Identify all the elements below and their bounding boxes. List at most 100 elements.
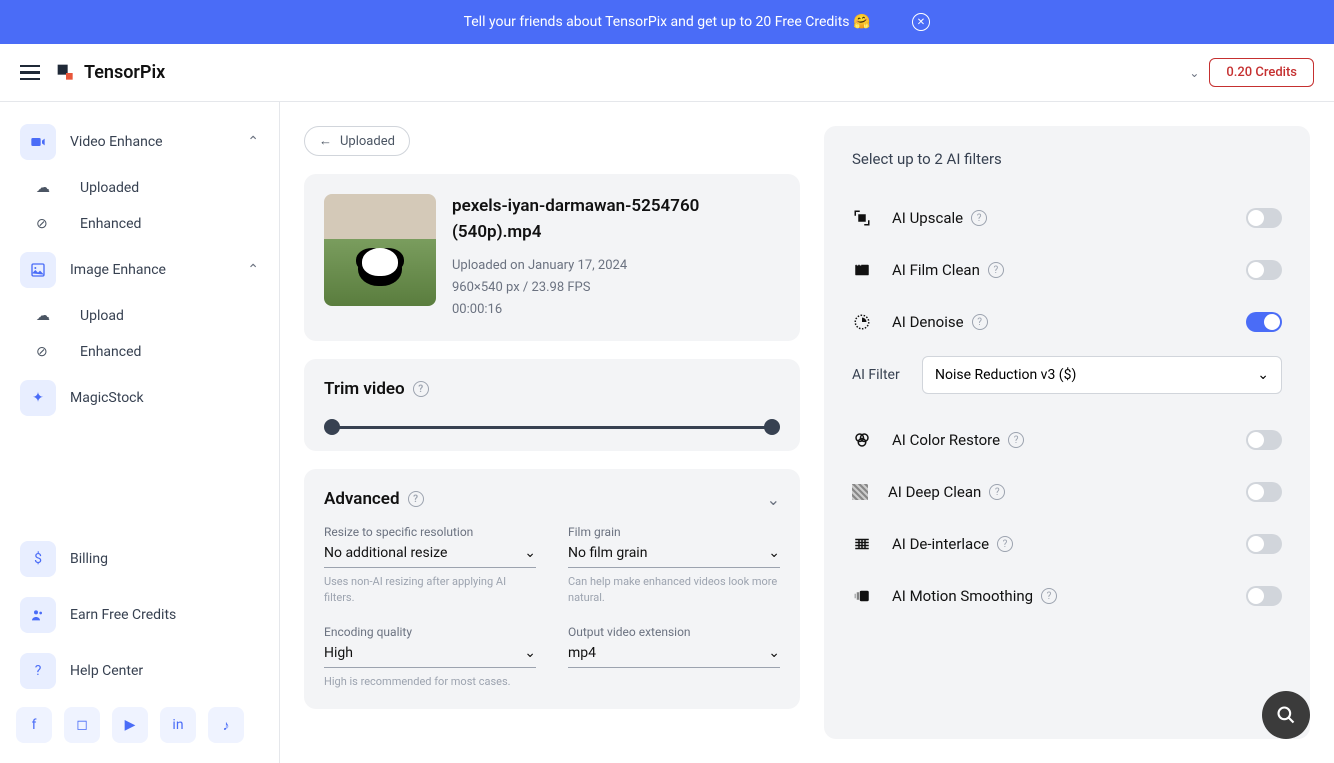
resize-select[interactable]: No additional resize⌄ [324, 541, 536, 568]
chevron-down-icon[interactable]: ⌄ [767, 490, 780, 509]
linkedin-icon[interactable]: in [160, 707, 196, 743]
video-icon [20, 124, 56, 160]
deepclean-icon [852, 484, 868, 500]
sidebar-subitem-image-enhanced[interactable]: ⊘ Enhanced [12, 334, 267, 370]
sidebar: Video Enhance ⌃ ☁ Uploaded ⊘ Enhanced Im… [0, 102, 280, 763]
grain-hint: Can help make enhanced videos look more … [568, 574, 780, 605]
extension-label: Output video extension [568, 625, 780, 639]
help-icon[interactable]: ? [988, 262, 1004, 278]
youtube-icon[interactable]: ▶ [112, 707, 148, 743]
tiktok-icon[interactable]: ♪ [208, 707, 244, 743]
promo-banner: Tell your friends about TensorPix and ge… [0, 0, 1334, 44]
sidebar-subitem-uploaded[interactable]: ☁ Uploaded [12, 170, 267, 206]
sidebar-subitem-upload[interactable]: ☁ Upload [12, 298, 267, 334]
sidebar-item-magicstock[interactable]: ✦ MagicStock [12, 370, 267, 426]
help-icon[interactable]: ? [1008, 432, 1024, 448]
encoding-hint: High is recommended for most cases. [324, 674, 536, 689]
help-icon[interactable]: ? [408, 491, 424, 507]
denoise-filter-select[interactable]: Noise Reduction v3 ($) ⌄ [922, 356, 1282, 394]
chevron-up-icon: ⌃ [247, 262, 259, 278]
sidebar-label: Video Enhance [70, 134, 163, 150]
filters-panel: Select up to 2 AI filters AI Upscale? AI… [824, 126, 1310, 739]
chevron-down-icon[interactable]: ⌄ [1189, 66, 1199, 80]
upscale-toggle[interactable] [1246, 208, 1282, 228]
cloud-icon: ☁ [36, 180, 56, 196]
colorrestore-toggle[interactable] [1246, 430, 1282, 450]
sidebar-subitem-enhanced[interactable]: ⊘ Enhanced [12, 206, 267, 242]
upscale-icon [852, 208, 872, 228]
advanced-card: Advanced ? ⌄ Resize to specific resoluti… [304, 469, 800, 709]
image-icon [20, 252, 56, 288]
deepclean-toggle[interactable] [1246, 482, 1282, 502]
filter-deinterlace: AI De-interlace? [852, 518, 1282, 570]
chevron-down-icon: ⌄ [1257, 367, 1269, 383]
motion-toggle[interactable] [1246, 586, 1282, 606]
sidebar-item-video-enhance[interactable]: Video Enhance ⌃ [12, 114, 267, 170]
help-icon[interactable]: ? [413, 381, 429, 397]
video-filename: pexels-iyan-darmawan-5254760 (540p).mp4 [452, 194, 780, 245]
credits-button[interactable]: 0.20 Credits [1209, 58, 1314, 87]
deinterlace-toggle[interactable] [1246, 534, 1282, 554]
trim-card: Trim video ? [304, 359, 800, 451]
banner-text: Tell your friends about TensorPix and ge… [464, 14, 871, 30]
arrow-left-icon: ← [319, 133, 332, 149]
app-header: TensorPix ⌄ 0.20 Credits [0, 44, 1334, 102]
help-icon[interactable]: ? [972, 314, 988, 330]
denoise-select-label: AI Filter [852, 367, 906, 383]
search-fab[interactable] [1262, 691, 1310, 739]
users-icon [20, 597, 56, 633]
back-button[interactable]: ← Uploaded [304, 126, 410, 156]
chevron-down-icon: ⌄ [768, 545, 780, 561]
help-icon[interactable]: ? [1041, 588, 1057, 604]
color-icon [852, 430, 872, 450]
advanced-title: Advanced [324, 489, 400, 509]
filter-motion: AI Motion Smoothing? [852, 570, 1282, 622]
encoding-select[interactable]: High⌄ [324, 641, 536, 668]
close-icon[interactable]: ✕ [912, 13, 930, 31]
filter-filmclean: AI Film Clean? [852, 244, 1282, 296]
instagram-icon[interactable]: ◻ [64, 707, 100, 743]
chevron-down-icon: ⌄ [524, 545, 536, 561]
brand-name: TensorPix [84, 62, 165, 83]
help-icon[interactable]: ? [989, 484, 1005, 500]
filmclean-toggle[interactable] [1246, 260, 1282, 280]
filter-upscale: AI Upscale? [852, 192, 1282, 244]
hamburger-menu[interactable] [20, 65, 40, 81]
sidebar-item-earn[interactable]: Earn Free Credits [12, 587, 267, 643]
grain-label: Film grain [568, 525, 780, 539]
trim-handle-end[interactable] [764, 419, 780, 435]
resize-hint: Uses non-AI resizing after applying AI f… [324, 574, 536, 605]
sidebar-item-image-enhance[interactable]: Image Enhance ⌃ [12, 242, 267, 298]
wand-icon: ✦ [20, 380, 56, 416]
help-icon: ? [20, 653, 56, 689]
sidebar-item-help[interactable]: ? Help Center [12, 643, 267, 699]
trim-handle-start[interactable] [324, 419, 340, 435]
trim-slider[interactable] [324, 423, 780, 431]
filter-denoise: AI Denoise? [852, 296, 1282, 348]
chevron-up-icon: ⌃ [247, 134, 259, 150]
help-icon[interactable]: ? [997, 536, 1013, 552]
dollar-icon: $ [20, 541, 56, 577]
sidebar-item-billing[interactable]: $ Billing [12, 531, 267, 587]
chevron-down-icon: ⌄ [768, 645, 780, 661]
extension-select[interactable]: mp4⌄ [568, 641, 780, 668]
denoise-toggle[interactable] [1246, 312, 1282, 332]
encoding-label: Encoding quality [324, 625, 536, 639]
trim-title: Trim video [324, 379, 405, 399]
film-icon [852, 260, 872, 280]
filters-title: Select up to 2 AI filters [852, 150, 1282, 168]
video-thumbnail [324, 194, 436, 306]
video-info-card: pexels-iyan-darmawan-5254760 (540p).mp4 … [304, 174, 800, 341]
motion-icon [852, 586, 872, 606]
brand-logo[interactable]: TensorPix [56, 62, 165, 83]
facebook-icon[interactable]: f [16, 707, 52, 743]
video-dimensions: 960×540 px / 23.98 FPS [452, 277, 780, 299]
filter-deepclean: AI Deep Clean? [852, 466, 1282, 518]
deinterlace-icon [852, 534, 872, 554]
denoise-icon [852, 312, 872, 332]
check-circle-icon: ⊘ [36, 344, 56, 360]
video-duration: 00:00:16 [452, 299, 780, 321]
grain-select[interactable]: No film grain⌄ [568, 541, 780, 568]
chevron-down-icon: ⌄ [524, 645, 536, 661]
help-icon[interactable]: ? [971, 210, 987, 226]
